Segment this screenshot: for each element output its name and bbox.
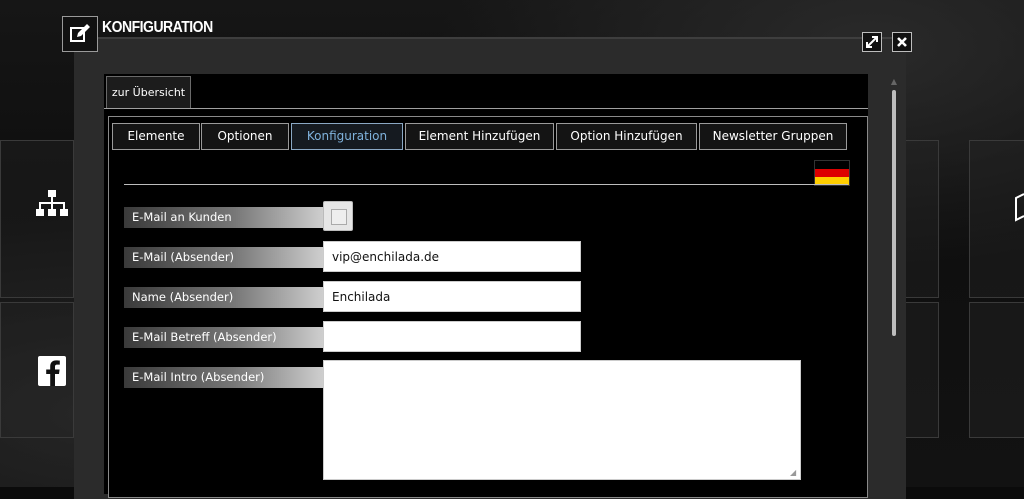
background-tile <box>905 302 939 438</box>
back-to-overview-link[interactable]: zur Übersicht <box>106 76 191 108</box>
tab-elemente[interactable]: Elemente <box>112 123 200 150</box>
flag-stripe-black <box>815 161 849 169</box>
email-sender-input[interactable] <box>323 241 581 272</box>
subject-label: E-Mail Betreff (Absender) <box>124 327 324 348</box>
scroll-up-icon[interactable]: ▲ <box>890 78 898 86</box>
edit-icon <box>62 16 98 52</box>
tab-optionen[interactable]: Optionen <box>201 123 289 150</box>
checkbox-box <box>331 209 347 225</box>
expand-icon <box>866 36 878 48</box>
intro-label: E-Mail Intro (Absender) <box>124 367 324 388</box>
email-customer-label: E-Mail an Kunden <box>124 207 324 228</box>
email-customer-checkbox[interactable] <box>323 201 353 231</box>
name-sender-input[interactable] <box>323 281 581 312</box>
book-icon[interactable] <box>1014 190 1024 222</box>
background-tile <box>905 140 939 298</box>
background-tile <box>969 302 1024 438</box>
resize-grip-icon[interactable]: ◢ <box>790 469 798 477</box>
maximize-button[interactable] <box>862 32 882 52</box>
flag-stripe-red <box>815 169 849 177</box>
subject-input[interactable] <box>323 321 581 352</box>
tab-newsletter-gruppen[interactable]: Newsletter Gruppen <box>699 123 847 150</box>
tab-option-hinzufuegen[interactable]: Option Hinzufügen <box>556 123 697 150</box>
breadcrumb <box>104 74 868 109</box>
name-sender-label: Name (Absender) <box>124 287 324 308</box>
close-button[interactable] <box>892 32 912 52</box>
sitemap-icon[interactable] <box>36 190 68 220</box>
divider <box>124 184 848 185</box>
intro-textarea[interactable] <box>323 360 801 480</box>
email-sender-label: E-Mail (Absender) <box>124 247 324 268</box>
scrollbar-thumb[interactable] <box>892 90 896 336</box>
tab-element-hinzufuegen[interactable]: Element Hinzufügen <box>405 123 554 150</box>
german-flag-icon[interactable] <box>814 160 850 186</box>
tab-konfiguration[interactable]: Konfiguration <box>291 123 403 150</box>
close-icon <box>897 37 907 47</box>
window-title: KONFIGURATION <box>102 17 213 36</box>
facebook-icon[interactable] <box>38 356 66 386</box>
